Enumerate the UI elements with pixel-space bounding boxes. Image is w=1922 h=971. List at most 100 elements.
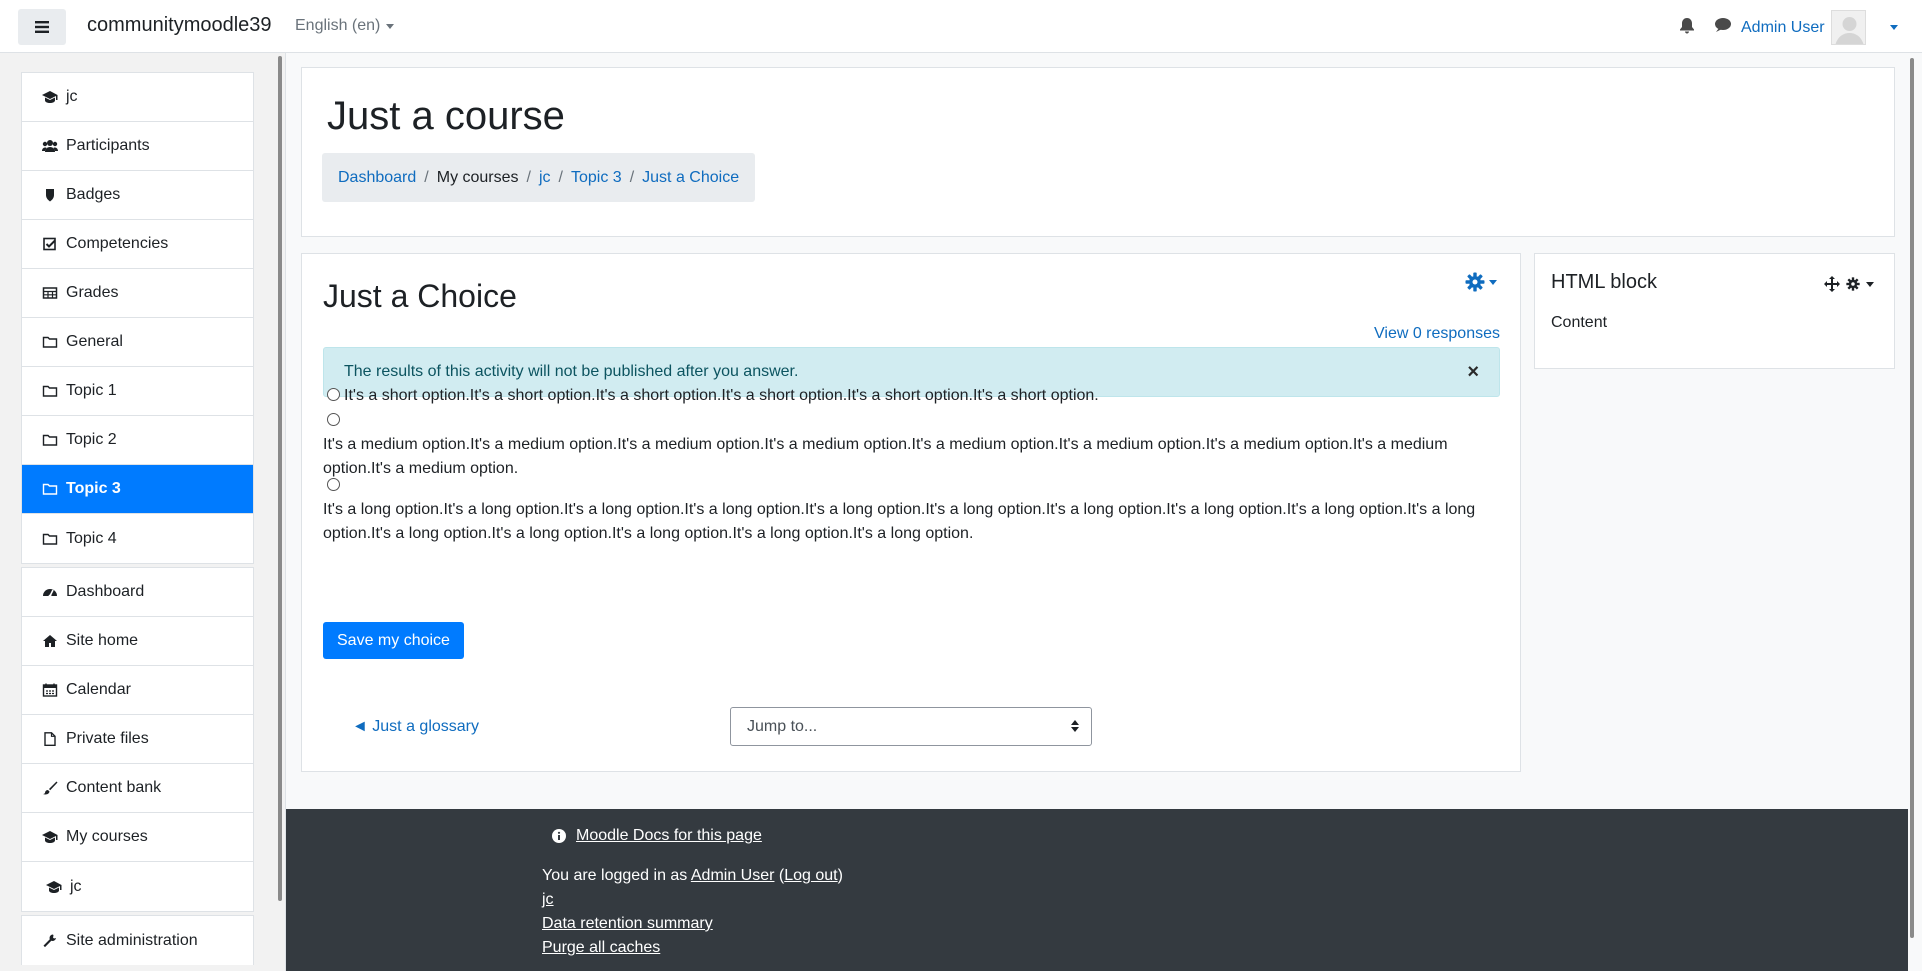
save-choice-button[interactable]: Save my choice: [323, 622, 464, 659]
info-circle-icon: [552, 829, 566, 843]
nav-item-my-courses[interactable]: My courses: [22, 813, 253, 862]
choice-option-3: It's a long option.It's a long option.It…: [323, 474, 1500, 546]
file-icon: [42, 732, 58, 746]
gear-icon[interactable]: [1846, 277, 1860, 291]
site-name-link[interactable]: communitymoodle39: [87, 14, 272, 37]
graduation-cap-icon: [42, 90, 58, 104]
breadcrumb-separator: /: [558, 168, 563, 186]
drawer-toggle-button[interactable]: [18, 9, 66, 45]
folder-icon: [42, 335, 58, 349]
nav-item-course-jc[interactable]: jc: [22, 862, 253, 911]
nav-item-badges[interactable]: Badges: [22, 171, 253, 220]
jump-to-select[interactable]: Jump to...: [730, 707, 1092, 746]
main-content: Just a Choice View 0 responses The resul…: [301, 253, 1521, 772]
radio-button[interactable]: [327, 388, 340, 402]
caret-down-icon: [1889, 25, 1898, 30]
nav-drawer: jc Participants Badges Competencies Grad…: [0, 53, 286, 971]
nav-item-jc[interactable]: jc: [22, 73, 253, 122]
admin-nav-group: Site administration: [21, 915, 254, 965]
graduation-cap-icon: [42, 830, 58, 844]
folder-icon: [42, 433, 58, 447]
nav-item-dashboard[interactable]: Dashboard: [22, 568, 253, 617]
nav-item-topic-2[interactable]: Topic 2: [22, 416, 253, 465]
breadcrumb: Dashboard / My courses / jc / Topic 3 / …: [322, 153, 756, 202]
moodle-docs-link[interactable]: Moodle Docs for this page: [576, 827, 762, 845]
login-info-prefix: You are logged in as: [542, 867, 691, 884]
nav-item-label: Content bank: [66, 779, 162, 796]
logged-in-user-link[interactable]: Admin User: [691, 867, 775, 884]
caret-down-icon[interactable]: [1866, 281, 1874, 287]
nav-item-label: jc: [70, 877, 82, 895]
check-square-icon: [42, 237, 58, 251]
nav-item-general[interactable]: General: [22, 318, 253, 367]
nav-item-site-home[interactable]: Site home: [22, 617, 253, 666]
option-label: It's a short option.It's a short option.…: [344, 387, 1099, 404]
folder-icon: [42, 384, 58, 398]
users-icon: [42, 139, 58, 153]
nav-item-label: Site administration: [66, 931, 198, 949]
nav-item-label: Topic 3: [66, 480, 121, 497]
nav-item-competencies[interactable]: Competencies: [22, 220, 253, 269]
activity-title: Just a Choice: [323, 278, 517, 314]
language-label: English (en): [295, 17, 381, 34]
nav-item-calendar[interactable]: Calendar: [22, 666, 253, 715]
footer-course-link[interactable]: jc: [542, 891, 554, 909]
block-title: HTML block: [1551, 271, 1657, 293]
html-block: HTML block Content: [1534, 253, 1895, 369]
caret-down-icon: [1489, 279, 1497, 285]
breadcrumb-jc[interactable]: jc: [539, 169, 551, 187]
breadcrumb-separator: /: [424, 168, 429, 186]
page-title: Just a course: [327, 94, 565, 138]
alert-message: The results of this activity will not be…: [344, 363, 799, 380]
nav-item-site-administration[interactable]: Site administration: [22, 916, 253, 965]
site-nav-group: Dashboard Site home Calendar Private fil…: [21, 567, 254, 912]
nav-item-private-files[interactable]: Private files: [22, 715, 253, 764]
breadcrumb-just-a-choice[interactable]: Just a Choice: [642, 169, 739, 187]
nav-item-topic-4[interactable]: Topic 4: [22, 514, 253, 563]
window-scrollbar[interactable]: [1910, 58, 1914, 938]
nav-item-participants[interactable]: Participants: [22, 122, 253, 171]
option-label: It's a medium option.It's a medium optio…: [323, 436, 1448, 477]
page-header: Just a course Dashboard / My courses / j…: [301, 67, 1895, 237]
breadcrumb-separator: /: [526, 168, 531, 186]
user-menu[interactable]: Admin User: [1741, 10, 1898, 45]
radio-button[interactable]: [327, 478, 340, 492]
course-nav-group: jc Participants Badges Competencies Grad…: [21, 72, 254, 564]
purge-caches-link[interactable]: Purge all caches: [542, 939, 660, 957]
nav-item-label: Topic 4: [66, 529, 117, 547]
nav-item-topic-3[interactable]: Topic 3: [22, 465, 253, 514]
hamburger-menu-icon: [35, 21, 49, 33]
block-controls: [1824, 276, 1874, 292]
previous-activity-link[interactable]: ◄ Just a glossary: [352, 718, 479, 736]
bell-icon[interactable]: [1679, 17, 1695, 34]
moodle-docs: Moodle Docs for this page: [552, 827, 762, 845]
jump-to-value: Jump to...: [747, 717, 818, 735]
language-menu[interactable]: English (en): [295, 17, 395, 35]
folder-icon: [42, 532, 58, 546]
radio-button[interactable]: [327, 413, 340, 427]
breadcrumb-topic-3[interactable]: Topic 3: [571, 169, 622, 187]
move-arrows-icon[interactable]: [1824, 276, 1840, 292]
nav-item-label: Grades: [66, 284, 119, 301]
drawer-scrollbar[interactable]: [278, 56, 282, 901]
activity-settings-menu[interactable]: [1465, 272, 1497, 292]
nav-item-label: jc: [66, 88, 78, 105]
breadcrumb-dashboard[interactable]: Dashboard: [338, 169, 416, 187]
nav-item-topic-1[interactable]: Topic 1: [22, 367, 253, 416]
nav-item-grades[interactable]: Grades: [22, 269, 253, 318]
nav-item-label: Badges: [66, 186, 121, 203]
close-icon[interactable]: ×: [1467, 361, 1479, 384]
chat-bubble-icon[interactable]: [1714, 17, 1732, 33]
wrench-icon: [42, 934, 58, 948]
logout-link[interactable]: Log out: [784, 867, 837, 884]
view-responses-link[interactable]: View 0 responses: [1374, 325, 1500, 343]
page-footer: Moodle Docs for this page You are logged…: [286, 809, 1908, 971]
shield-icon: [42, 188, 58, 202]
nav-item-label: Participants: [66, 137, 150, 154]
nav-item-content-bank[interactable]: Content bank: [22, 764, 253, 813]
tachometer-icon: [42, 585, 58, 599]
paint-brush-icon: [42, 781, 58, 795]
data-retention-link[interactable]: Data retention summary: [542, 915, 713, 933]
avatar-icon: [1830, 10, 1866, 45]
choice-option-1: It's a short option.It's a short option.…: [323, 384, 1500, 408]
